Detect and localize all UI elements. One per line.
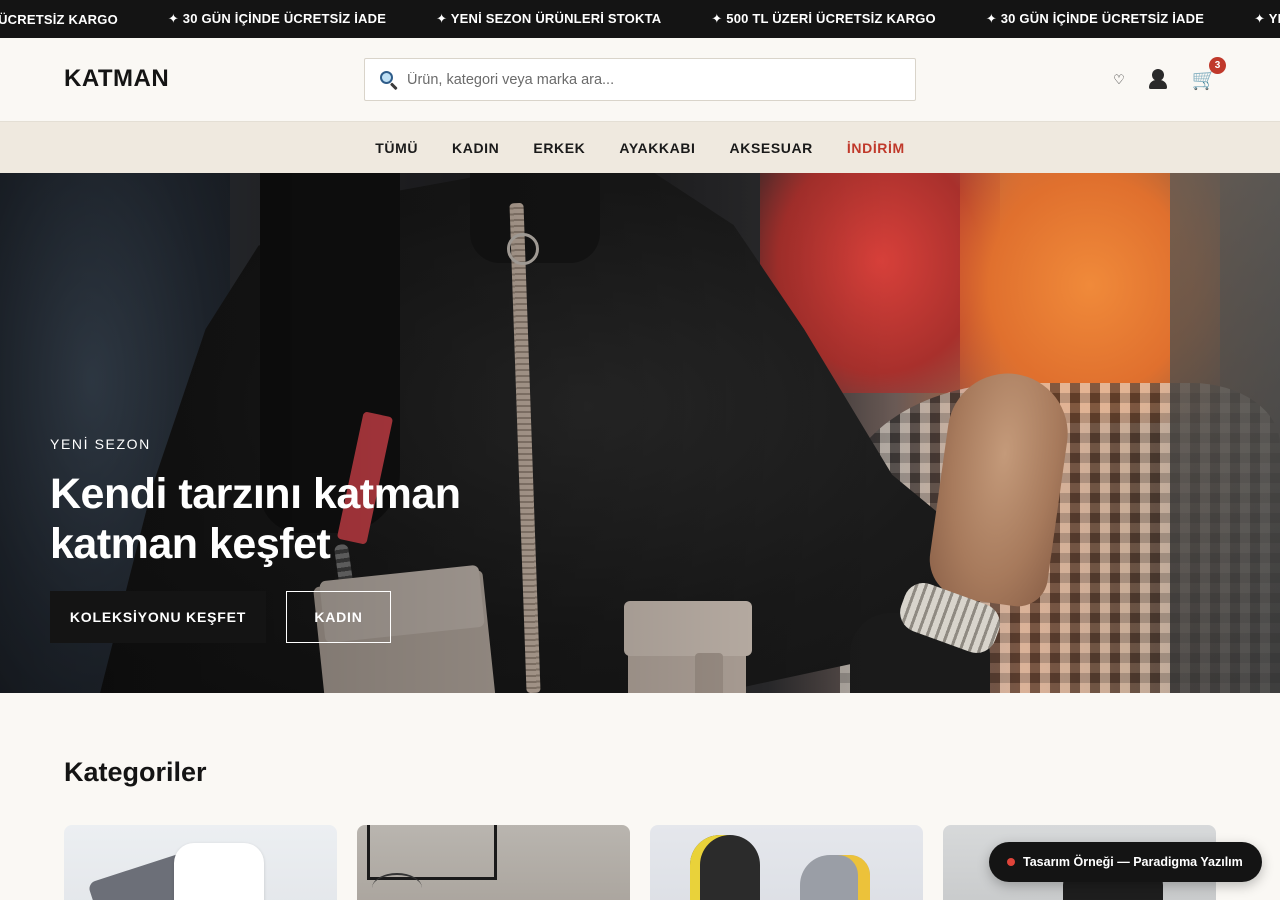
design-sample-label: Tasarım Örneği — Paradigma Yazılım xyxy=(1023,855,1243,869)
ticker-item: ✦ 30 GÜN İÇİNDE ÜCRETSİZ İADE xyxy=(985,11,1205,26)
status-dot-icon xyxy=(1007,858,1015,866)
category-image-tshirt xyxy=(174,843,264,900)
ticker-item: ✦ YENİ SEZON ÜRÜNLERİ STOKTA xyxy=(436,11,662,26)
hero-eyebrow: YENİ SEZON xyxy=(50,436,151,452)
user-icon[interactable] xyxy=(1146,67,1170,91)
heart-icon[interactable]: ♡ xyxy=(1108,69,1130,91)
category-image-hangers xyxy=(372,873,422,900)
announcement-ticker: ERİ ÜCRETSİZ KARGO ✦ 30 GÜN İÇİNDE ÜCRET… xyxy=(0,0,1280,38)
ticker-item: ✦ 500 TL ÜZERİ ÜCRETSİZ KARGO xyxy=(711,11,936,26)
cart-count-badge: 3 xyxy=(1209,57,1226,74)
category-card[interactable] xyxy=(64,825,337,900)
ticker-item: ✦ 30 GÜN İÇİNDE ÜCRETSİZ İADE xyxy=(167,11,387,26)
search-icon xyxy=(379,70,399,90)
nav-item-tumu[interactable]: TÜMÜ xyxy=(375,140,418,156)
nav-item-kadin[interactable]: KADIN xyxy=(452,140,499,156)
category-image-clothing-rail xyxy=(367,825,497,880)
search-bar[interactable] xyxy=(364,58,916,101)
category-card[interactable] xyxy=(650,825,923,900)
category-card[interactable] xyxy=(357,825,630,900)
hero-title: Kendi tarzını katman katman keşfet xyxy=(50,470,461,568)
explore-collection-button[interactable]: KOLEKSİYONU KEŞFET xyxy=(50,591,266,643)
logo[interactable]: KATMAN xyxy=(64,65,169,93)
ticker-track: ERİ ÜCRETSİZ KARGO ✦ 30 GÜN İÇİNDE ÜCRET… xyxy=(0,0,1280,38)
category-image-sneaker xyxy=(690,835,760,900)
nav-item-erkek[interactable]: ERKEK xyxy=(533,140,585,156)
ticker-item: ERİ ÜCRETSİZ KARGO xyxy=(0,11,118,27)
nav-item-aksesuar[interactable]: AKSESUAR xyxy=(730,140,813,156)
nav-item-ayakkabi[interactable]: AYAKKABI xyxy=(619,140,695,156)
nav-item-indirim[interactable]: İNDİRİM xyxy=(847,140,905,156)
design-sample-badge[interactable]: Tasarım Örneği — Paradigma Yazılım xyxy=(989,842,1262,882)
site-header: KATMAN ♡ 🛒 xyxy=(0,38,1280,122)
main-nav: TÜMÜ KADIN ERKEK AYAKKABI AKSESUAR İNDİR… xyxy=(0,122,1280,173)
categories-title: Kategoriler xyxy=(64,757,207,787)
search-input[interactable] xyxy=(407,71,887,88)
hero-banner: YENİ SEZON Kendi tarzını katman katman k… xyxy=(0,173,1280,693)
category-image-sneaker xyxy=(800,855,870,900)
ticker-item: ✦ YENİ xyxy=(1254,11,1280,26)
women-button[interactable]: KADIN xyxy=(286,591,391,643)
